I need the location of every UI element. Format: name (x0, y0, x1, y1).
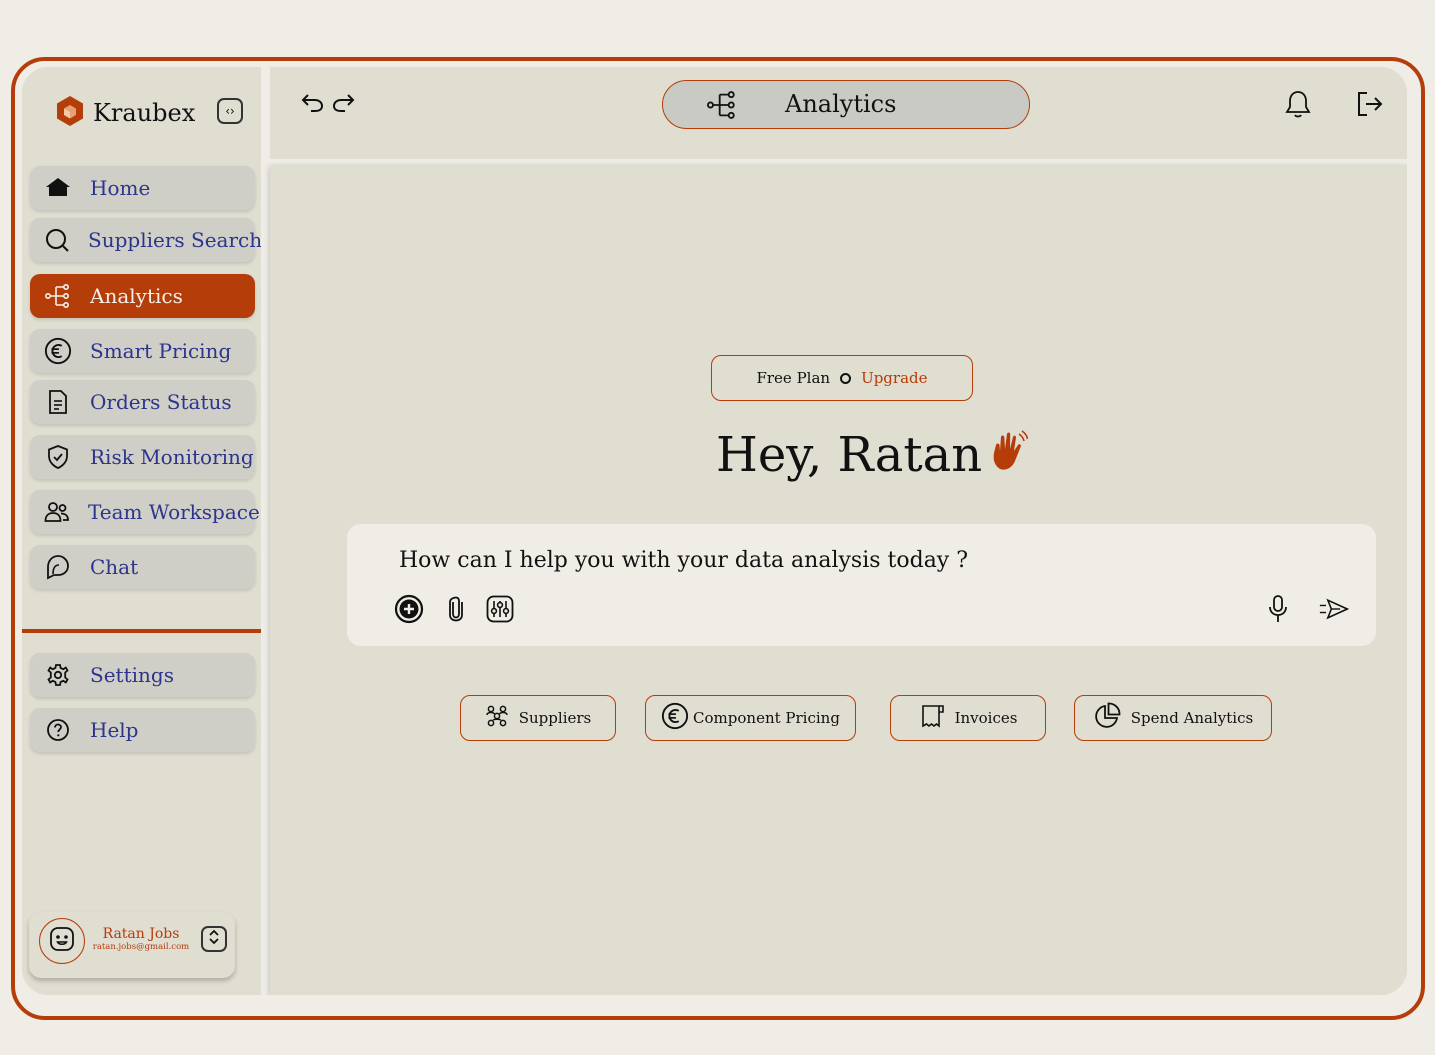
help-icon (44, 716, 72, 744)
waving-hand-icon (988, 427, 1029, 483)
sidebar-item-analytics[interactable]: Analytics (30, 274, 255, 318)
upgrade-link[interactable]: Upgrade (861, 369, 927, 387)
page-title: Analytics (785, 90, 897, 118)
suggestion-chip-component-pricing[interactable]: Component Pricing (645, 695, 856, 741)
sidebar-item-label: Orders Status (90, 390, 232, 414)
profile-email: ratan.jobs@gmail.com (92, 942, 190, 952)
smiley-face-icon (48, 925, 76, 957)
redo-icon[interactable] (332, 91, 356, 117)
attachment-icon[interactable] (441, 594, 471, 624)
sidebar-item-settings[interactable]: Settings (30, 653, 255, 697)
plan-label: Free Plan (756, 369, 831, 387)
microphone-icon[interactable] (1263, 594, 1293, 624)
euro-icon (44, 337, 72, 365)
suggestion-chip-suppliers[interactable]: Suppliers (460, 695, 616, 741)
profile-name: Ratan Jobs (102, 926, 180, 942)
team-icon (44, 498, 70, 526)
sidebar-divider (22, 629, 261, 633)
sidebar-item-suppliers-search[interactable]: Suppliers Search (30, 218, 262, 262)
suppliers-group-icon (485, 704, 509, 732)
user-profile-card[interactable]: Ratan Jobs ratan.jobs@gmail.com (29, 912, 235, 978)
sidebar-item-label: Risk Monitoring (90, 445, 254, 469)
sidebar-item-label: Home (90, 176, 151, 200)
pie-chart-icon (1093, 702, 1121, 734)
sidebar-item-home[interactable]: Home (30, 166, 255, 210)
shield-icon (44, 443, 72, 471)
chat-icon (44, 553, 72, 581)
receipt-icon (919, 703, 945, 733)
search-icon (44, 226, 70, 254)
sliders-icon[interactable] (485, 594, 515, 624)
top-bar: Analytics (270, 67, 1407, 159)
brand: Kraubex (55, 95, 195, 131)
sidebar-item-team-workspace[interactable]: Team Workspace (30, 490, 260, 534)
euro-icon (661, 702, 689, 734)
sidebar-item-label: Analytics (90, 284, 183, 308)
sidebar-item-chat[interactable]: Chat (30, 545, 255, 589)
greeting: Hey, Ratan (716, 427, 1029, 483)
sidebar-item-label: Help (90, 718, 139, 742)
code-brackets-icon: ‹› (225, 104, 235, 118)
sidebar-item-help[interactable]: Help (30, 708, 255, 752)
logo-icon (55, 95, 85, 131)
undo-redo-group (300, 91, 356, 117)
sidebar-item-label: Chat (90, 555, 139, 579)
gear-icon (44, 661, 72, 689)
analytics-icon (706, 90, 737, 124)
sidebar-item-label: Suppliers Search (88, 228, 263, 252)
brand-name: Kraubex (93, 99, 196, 127)
main-content: Free Plan Upgrade Hey, Ratan How can I h… (270, 165, 1407, 995)
sidebar-item-smart-pricing[interactable]: Smart Pricing (30, 329, 255, 373)
plus-circle-icon[interactable] (394, 594, 424, 624)
sidebar-item-label: Smart Pricing (90, 339, 232, 363)
chip-label: Spend Analytics (1130, 709, 1254, 727)
chip-label: Invoices (954, 709, 1018, 727)
suggestion-chip-spend-analytics[interactable]: Spend Analytics (1074, 695, 1272, 741)
chip-label: Suppliers (518, 709, 592, 727)
home-icon (44, 174, 72, 202)
analytics-icon (44, 282, 72, 310)
chat-prompt[interactable]: How can I help you with your data analys… (399, 548, 968, 573)
chat-input-box[interactable]: How can I help you with your data analys… (347, 524, 1376, 646)
suggestion-chip-invoices[interactable]: Invoices (890, 695, 1046, 741)
account-switch-button[interactable] (201, 926, 227, 952)
sidebar-separator (261, 67, 270, 995)
sidebar: Kraubex ‹› Home Suppliers Search Analyti… (22, 67, 262, 995)
undo-icon[interactable] (300, 91, 324, 117)
plan-separator-dot (840, 372, 852, 384)
plan-badge[interactable]: Free Plan Upgrade (711, 355, 973, 401)
collapse-sidebar-button[interactable]: ‹› (217, 98, 243, 124)
avatar (39, 918, 85, 964)
bell-icon[interactable] (1284, 89, 1312, 123)
sidebar-item-risk-monitoring[interactable]: Risk Monitoring (30, 435, 255, 479)
sidebar-item-label: Settings (90, 663, 174, 687)
send-icon[interactable] (1319, 594, 1349, 624)
chevron-up-down-icon (207, 929, 221, 949)
chip-label: Component Pricing (693, 709, 840, 727)
page-title-pill: Analytics (662, 80, 1030, 129)
sidebar-item-orders-status[interactable]: Orders Status (30, 380, 255, 424)
logout-icon[interactable] (1354, 89, 1384, 123)
sidebar-item-label: Team Workspace (88, 500, 260, 524)
document-icon (44, 388, 72, 416)
greeting-text: Hey, Ratan (716, 427, 983, 483)
app-window: Kraubex ‹› Home Suppliers Search Analyti… (22, 67, 1407, 995)
